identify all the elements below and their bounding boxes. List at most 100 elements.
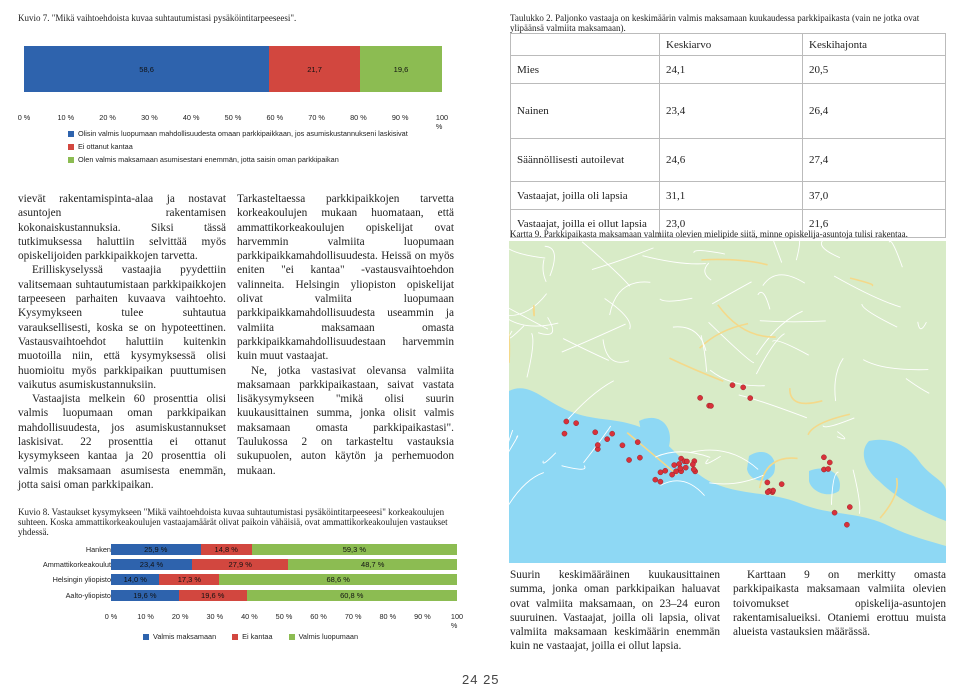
fig8-bar: 23,4 % 27,9 % 48,7 %: [111, 559, 457, 570]
table-cell: Mies: [511, 56, 660, 84]
fig7-segment-2: 21,7: [269, 46, 360, 92]
table-2-grid: Keskiarvo Keskihajonta Mies 24,1 20,5 Na…: [510, 33, 946, 238]
fig7-segment-1: 58,6: [24, 46, 269, 92]
legend-swatch: [289, 634, 295, 640]
fig7-tick: 80 %: [350, 113, 367, 122]
table-cell: Vastaajat, joilla oli lapsia: [511, 182, 660, 210]
legend-swatch: [143, 634, 149, 640]
table-header-cell: Keskiarvo: [660, 34, 803, 56]
fig7-tick: 70 %: [308, 113, 325, 122]
fig7-tick: 20 %: [99, 113, 116, 122]
map-image: [509, 241, 946, 563]
fig8-segment: 68,6 %: [219, 574, 457, 585]
map-marker: [741, 385, 746, 390]
map-marker: [610, 431, 615, 436]
map-marker: [779, 482, 784, 487]
map-marker: [730, 383, 735, 388]
figure-8-chart: Hanken Ammattikorkeakoulut Helsingin yli…: [18, 540, 458, 650]
fig7-tick: 30 %: [141, 113, 158, 122]
fig7-segment-3: 19,6: [360, 46, 442, 92]
table-header-row: Keskiarvo Keskihajonta: [511, 34, 946, 56]
map-marker: [595, 442, 600, 447]
fig8-segment: 17,3 %: [159, 574, 219, 585]
table-header-cell: [511, 34, 660, 56]
fig8-legend: Valmis maksamaan Ei kantaa Valmis luopum…: [143, 626, 443, 644]
legend-swatch: [68, 144, 74, 150]
map-marker: [593, 430, 598, 435]
map-marker: [832, 510, 837, 515]
map-marker: [574, 421, 579, 426]
figure-7-chart: 58,6 21,7 19,6 0 % 10 % 20 % 30 % 40 % 5…: [18, 46, 448, 166]
right-column-2: Karttaan 9 on merkitty omasta parkkipaik…: [733, 568, 946, 639]
map-marker: [653, 477, 658, 482]
fig8-axis-ticks: 0 % 10 % 20 % 30 % 40 % 50 % 60 % 70 % 8…: [111, 612, 457, 622]
fig8-tick: 20 %: [172, 612, 189, 621]
map-marker: [821, 455, 826, 460]
table-row: Säännöllisesti autoilevat 24,6 27,4: [511, 139, 946, 182]
table-cell: 24,1: [660, 56, 803, 84]
map-marker: [691, 467, 696, 472]
map-marker: [683, 465, 688, 470]
fig7-tick: 60 %: [266, 113, 283, 122]
fig8-row-label: Helsingin yliopisto: [53, 575, 111, 584]
fig8-tick: 50 %: [276, 612, 293, 621]
fig8-tick: 60 %: [310, 612, 327, 621]
fig8-segment: 14,0 %: [111, 574, 159, 585]
map-marker: [826, 466, 831, 471]
map-marker: [562, 431, 567, 436]
map-9-caption: Kartta 9. Parkkipaikasta maksamaan valmi…: [510, 229, 946, 239]
table-cell: 24,6: [660, 139, 803, 182]
map-marker: [605, 437, 610, 442]
left-column-2: Tarkasteltaessa parkkipaikkojen tarvetta…: [237, 192, 454, 478]
fig7-tick: 50 %: [225, 113, 242, 122]
map-marker: [620, 443, 625, 448]
fig7-tick: 10 %: [57, 113, 74, 122]
fig8-tick: 0 %: [105, 612, 118, 621]
fig8-row-label: Ammattikorkeakoulut: [43, 560, 111, 569]
fig7-tick: 40 %: [183, 113, 200, 122]
fig8-bar: 25,9 % 14,8 % 59,3 %: [111, 544, 457, 555]
map-road: [533, 305, 534, 315]
map-marker: [635, 440, 640, 445]
fig8-bars: 25,9 % 14,8 % 59,3 % 23,4 % 27,9 % 48,7 …: [111, 540, 457, 604]
fig7-bar: 58,6 21,7 19,6: [24, 46, 442, 92]
fig8-segment: 25,9 %: [111, 544, 201, 555]
map-9: [509, 241, 946, 563]
map-marker: [708, 403, 713, 408]
map-marker: [684, 459, 689, 464]
map-marker: [765, 480, 770, 485]
table-2: Keskiarvo Keskihajonta Mies 24,1 20,5 Na…: [510, 33, 946, 238]
fig7-legend-item: Olen valmis maksamaan asumisestani enemm…: [68, 153, 438, 166]
fig8-segment: 60,8 %: [247, 590, 457, 601]
table-row: Mies 24,1 20,5: [511, 56, 946, 84]
map-marker: [748, 395, 753, 400]
legend-swatch: [232, 634, 238, 640]
paragraph: Tarkasteltaessa parkkipaikkojen tarvetta…: [237, 192, 454, 364]
table-cell: 26,4: [803, 84, 946, 139]
paragraph: Karttaan 9 on merkitty omasta parkkipaik…: [733, 568, 946, 639]
map-marker: [765, 490, 770, 495]
fig8-bar: 19,6 % 19,6 % 60,8 %: [111, 590, 457, 601]
fig7-legend-item: Olisin valmis luopumaan mahdollisuudesta…: [68, 127, 438, 140]
map-marker: [827, 460, 832, 465]
table-row: Nainen 23,4 26,4: [511, 84, 946, 139]
map-marker: [672, 462, 677, 467]
fig8-tick: 30 %: [206, 612, 223, 621]
fig8-row-label: Aalto-yliopisto: [66, 591, 111, 600]
paragraph: Ne, jotka vastasivat olevansa valmiita m…: [237, 364, 454, 478]
table-cell: 31,1: [660, 182, 803, 210]
table-cell: 27,4: [803, 139, 946, 182]
table-2-caption: Taulukko 2. Paljonko vastaaja on keskimä…: [510, 13, 946, 33]
legend-swatch: [68, 131, 74, 137]
map-marker: [678, 466, 683, 471]
fig8-segment: 23,4 %: [111, 559, 192, 570]
fig8-tick: 40 %: [241, 612, 258, 621]
fig7-legend-item: Ei ottanut kantaa: [68, 140, 438, 153]
paragraph: vievät rakentamispinta-alaa ja nostavat …: [18, 192, 226, 263]
map-marker: [658, 479, 663, 484]
paragraph: Suurin keskimääräinen kuukausittainen su…: [510, 568, 720, 654]
table-cell: 23,4: [660, 84, 803, 139]
table-cell: Säännöllisesti autoilevat: [511, 139, 660, 182]
fig7-legend: Olisin valmis luopumaan mahdollisuudesta…: [68, 127, 438, 166]
fig8-tick: 100 %: [451, 612, 463, 630]
